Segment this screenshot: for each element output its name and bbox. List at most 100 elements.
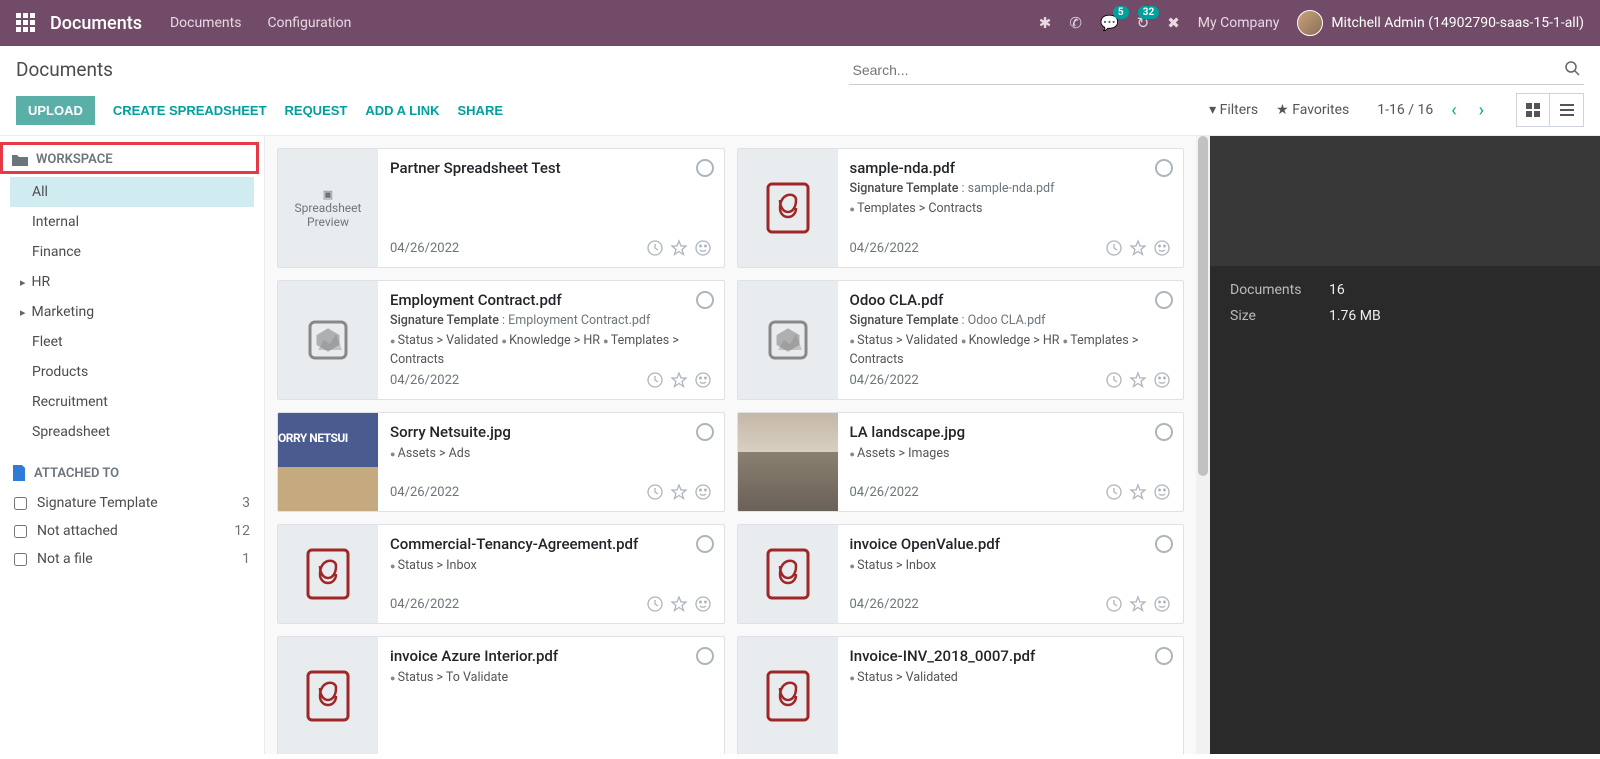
search-input[interactable] <box>849 56 1585 85</box>
attached-checkbox[interactable] <box>14 553 27 566</box>
workspace-item-marketing[interactable]: Marketing <box>10 297 254 327</box>
document-card[interactable]: LA landscape.jpgAssets > Images04/26/202… <box>737 412 1185 512</box>
workspace-item-fleet[interactable]: Fleet <box>10 327 254 357</box>
star-icon[interactable] <box>670 239 688 257</box>
thumbnail-pdf <box>738 149 838 267</box>
document-card[interactable]: invoice Azure Interior.pdfStatus > To Va… <box>277 636 725 754</box>
select-radio[interactable] <box>696 535 714 553</box>
smile-icon[interactable] <box>694 371 712 389</box>
select-radio[interactable] <box>1155 291 1173 309</box>
request-button[interactable]: REQUEST <box>285 96 348 125</box>
workspace-item-all[interactable]: All <box>10 177 254 207</box>
document-card[interactable]: ▣Spreadsheet Preview Partner Spreadsheet … <box>277 148 725 268</box>
smile-icon[interactable] <box>1153 239 1171 257</box>
select-radio[interactable] <box>1155 535 1173 553</box>
favorites-dropdown[interactable]: ★ Favorites <box>1276 102 1349 118</box>
clock-icon[interactable] <box>1105 595 1123 613</box>
apps-launcher-icon[interactable] <box>16 13 36 33</box>
filters-dropdown[interactable]: ▾ Filters <box>1209 102 1258 118</box>
document-card[interactable]: Sorry Netsuite.jpgAssets > Ads04/26/2022 <box>277 412 725 512</box>
smile-icon[interactable] <box>694 595 712 613</box>
list-view-button[interactable] <box>1550 93 1584 127</box>
attached-count: 1 <box>242 551 250 567</box>
user-menu[interactable]: Mitchell Admin (14902790-saas-15-1-all) <box>1297 10 1584 36</box>
select-radio[interactable] <box>1155 159 1173 177</box>
select-radio[interactable] <box>696 159 714 177</box>
messages-icon[interactable]: 💬5 <box>1100 14 1119 32</box>
smile-icon[interactable] <box>694 483 712 501</box>
workspace-item-recruitment[interactable]: Recruitment <box>10 387 254 417</box>
card-title: Partner Spreadsheet Test <box>390 159 712 177</box>
upload-button[interactable]: UPLOAD <box>16 96 95 125</box>
star-icon[interactable] <box>1129 239 1147 257</box>
search-icon[interactable] <box>1564 60 1580 76</box>
star-icon[interactable] <box>1129 595 1147 613</box>
clock-icon[interactable] <box>646 239 664 257</box>
document-card[interactable]: Odoo CLA.pdf Signature Template : Odoo CL… <box>737 280 1185 400</box>
thumbnail-file <box>278 281 378 399</box>
company-switcher[interactable]: My Company <box>1198 15 1280 31</box>
clock-icon[interactable] <box>1105 371 1123 389</box>
select-radio[interactable] <box>1155 423 1173 441</box>
activities-icon[interactable]: ↻32 <box>1137 14 1150 32</box>
pager-next[interactable]: › <box>1475 98 1488 123</box>
phone-icon[interactable]: ✆ <box>1069 14 1082 32</box>
attached-checkbox[interactable] <box>14 497 27 510</box>
card-date: 04/26/2022 <box>390 373 459 388</box>
page-title: Documents <box>16 58 113 91</box>
clock-icon[interactable] <box>646 595 664 613</box>
star-icon[interactable] <box>670 595 688 613</box>
kanban-view-button[interactable] <box>1516 93 1550 127</box>
kanban-container: ▣Spreadsheet Preview Partner Spreadsheet … <box>265 136 1210 754</box>
thumbnail-pdf <box>738 525 838 623</box>
smile-icon[interactable] <box>1153 371 1171 389</box>
document-card[interactable]: Employment Contract.pdfSignature Templat… <box>277 280 725 400</box>
card-title: Odoo CLA.pdf <box>850 291 1172 309</box>
select-radio[interactable] <box>696 291 714 309</box>
star-icon[interactable] <box>1129 371 1147 389</box>
add-link-button[interactable]: ADD A LINK <box>365 96 439 125</box>
card-tags: Status > Validated Knowledge > HR Templa… <box>850 332 1172 370</box>
select-radio[interactable] <box>1155 647 1173 665</box>
select-radio[interactable] <box>696 423 714 441</box>
workspace-item-internal[interactable]: Internal <box>10 207 254 237</box>
clock-icon[interactable] <box>1105 239 1123 257</box>
create-spreadsheet-button[interactable]: CREATE SPREADSHEET <box>113 96 267 125</box>
nav-configuration[interactable]: Configuration <box>267 15 351 31</box>
document-card[interactable]: Invoice-INV_2018_0007.pdfStatus > Valida… <box>737 636 1185 754</box>
clock-icon[interactable] <box>1105 483 1123 501</box>
smile-icon[interactable] <box>694 239 712 257</box>
thumbnail-pdf <box>278 525 378 623</box>
clock-icon[interactable] <box>646 483 664 501</box>
tools-icon[interactable]: ✖ <box>1167 14 1180 32</box>
workspace-item-finance[interactable]: Finance <box>10 237 254 267</box>
bug-icon[interactable]: ✱ <box>1039 14 1052 32</box>
document-card[interactable]: invoice OpenValue.pdfStatus > Inbox04/26… <box>737 524 1185 624</box>
workspace-item-hr[interactable]: HR <box>10 267 254 297</box>
action-buttons: UPLOAD CREATE SPREADSHEET REQUEST ADD A … <box>16 96 503 125</box>
attached-filter-item[interactable]: Not a file1 <box>10 545 254 573</box>
document-card[interactable]: Commercial-Tenancy-Agreement.pdfStatus >… <box>277 524 725 624</box>
workspace-item-products[interactable]: Products <box>10 357 254 387</box>
attached-filter-item[interactable]: Not attached12 <box>10 517 254 545</box>
nav-documents[interactable]: Documents <box>170 15 241 31</box>
document-card[interactable]: sample-nda.pdfSignature Template : sampl… <box>737 148 1185 268</box>
card-subtitle: Signature Template : Odoo CLA.pdf <box>850 313 1172 328</box>
attached-checkbox[interactable] <box>14 525 27 538</box>
smile-icon[interactable] <box>1153 595 1171 613</box>
star-icon[interactable] <box>1129 483 1147 501</box>
star-icon[interactable] <box>670 371 688 389</box>
pager-prev[interactable]: ‹ <box>1447 98 1460 123</box>
select-radio[interactable] <box>696 647 714 665</box>
clock-icon[interactable] <box>646 371 664 389</box>
file-icon <box>12 465 26 481</box>
star-icon[interactable] <box>670 483 688 501</box>
thumbnail-spreadsheet: ▣Spreadsheet Preview <box>278 149 378 267</box>
scrollbar[interactable] <box>1196 136 1210 754</box>
attached-filter-item[interactable]: Signature Template3 <box>10 489 254 517</box>
share-button[interactable]: SHARE <box>458 96 504 125</box>
workspace-item-spreadsheet[interactable]: Spreadsheet <box>10 417 254 447</box>
smile-icon[interactable] <box>1153 483 1171 501</box>
user-name: Mitchell Admin (14902790-saas-15-1-all) <box>1331 15 1584 31</box>
thumbnail-pdf <box>278 637 378 754</box>
